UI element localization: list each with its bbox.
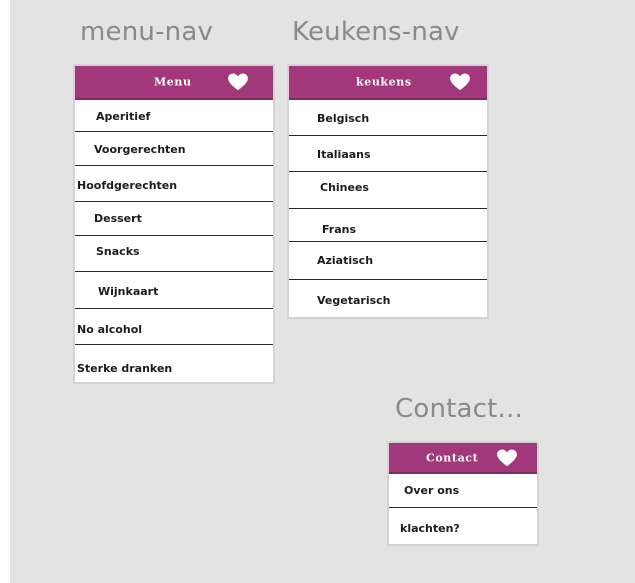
menu-item-voorgerechten[interactable]: Voorgerechten — [94, 143, 273, 156]
keukens-divider — [289, 135, 487, 136]
menu-divider — [75, 165, 273, 166]
menu-dropdown-header[interactable]: Menu — [75, 66, 273, 100]
menu-divider — [75, 308, 273, 309]
heart-icon — [497, 448, 517, 466]
keukens-item-belgisch[interactable]: Belgisch — [317, 112, 487, 125]
menu-item-sterke-dranken[interactable]: Sterke dranken — [77, 362, 273, 375]
menu-dropdown-label: Menu — [154, 75, 192, 89]
contact-dropdown-header[interactable]: Contact — [389, 443, 537, 474]
keukens-dropdown: keukens Belgisch Italiaans Chinees Frans… — [287, 64, 489, 319]
contact-item-klachten[interactable]: klachten? — [400, 522, 537, 535]
menu-divider — [75, 131, 273, 132]
keukens-nav-title: Keukens-nav — [292, 17, 460, 47]
menu-divider — [75, 271, 273, 272]
menu-divider — [75, 344, 273, 345]
keukens-divider — [289, 171, 487, 172]
contact-title: Contact... — [395, 394, 523, 424]
keukens-item-chinees[interactable]: Chinees — [320, 181, 487, 194]
keukens-divider — [289, 241, 487, 242]
design-canvas: menu-nav Keukens-nav Contact... Menu Ape… — [10, 0, 635, 583]
keukens-item-aziatisch[interactable]: Aziatisch — [317, 254, 487, 267]
menu-item-no-alcohol[interactable]: No alcohol — [77, 323, 273, 336]
contact-item-over-ons[interactable]: Over ons — [404, 484, 537, 497]
menu-item-wijnkaart[interactable]: Wijnkaart — [98, 285, 273, 298]
heart-icon — [228, 73, 248, 91]
heart-icon — [450, 73, 470, 91]
keukens-item-vegetarisch[interactable]: Vegetarisch — [317, 294, 487, 307]
page: menu-nav Keukens-nav Contact... Menu Ape… — [0, 0, 635, 583]
menu-item-snacks[interactable]: Snacks — [96, 245, 273, 258]
keukens-item-frans[interactable]: Frans — [322, 223, 487, 236]
menu-divider — [75, 235, 273, 236]
keukens-dropdown-label: keukens — [356, 75, 412, 89]
contact-divider — [389, 507, 537, 508]
menu-nav-title: menu-nav — [80, 17, 214, 47]
keukens-divider — [289, 279, 487, 280]
menu-dropdown: Menu Aperitief Voorgerechten Hoofdgerech… — [73, 64, 275, 384]
keukens-item-italiaans[interactable]: Italiaans — [317, 148, 487, 161]
menu-item-hoofdgerechten[interactable]: Hoofdgerechten — [77, 179, 273, 192]
contact-dropdown: Contact Over ons klachten? — [387, 441, 539, 546]
keukens-dropdown-header[interactable]: keukens — [289, 66, 487, 100]
menu-divider — [75, 201, 273, 202]
keukens-divider — [289, 208, 487, 209]
contact-dropdown-label: Contact — [426, 451, 479, 464]
menu-item-aperitief[interactable]: Aperitief — [96, 110, 273, 123]
menu-item-dessert[interactable]: Dessert — [94, 212, 273, 225]
